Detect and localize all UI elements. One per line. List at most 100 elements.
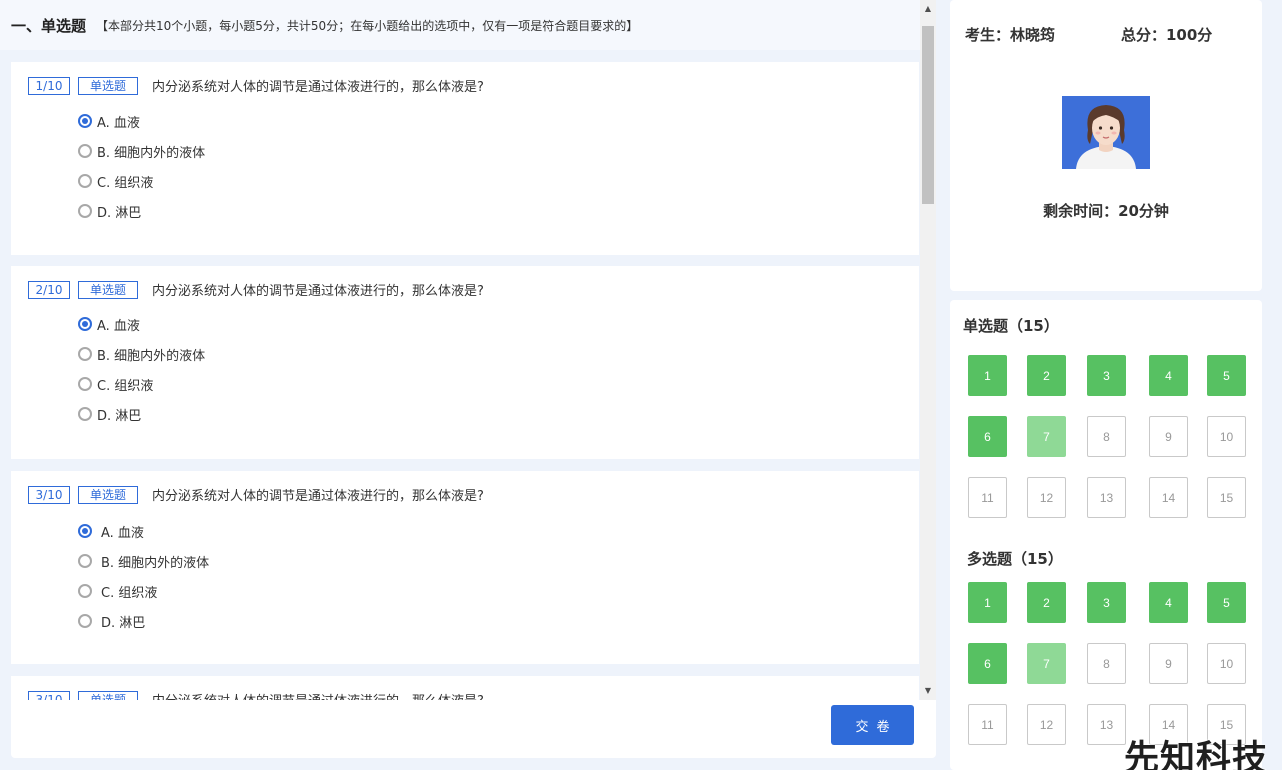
avatar-illustration-icon — [1062, 96, 1150, 169]
question-text: 内分泌系统对人体的调节是通过体液进行的，那么体液是? — [152, 80, 484, 95]
remaining-time: 剩余时间：20分钟 — [1043, 202, 1169, 220]
radio-unchecked-icon[interactable] — [78, 144, 92, 158]
question-number-badge: 2/10 — [28, 280, 70, 299]
exam-area: 一、单选题 【本部分共10个小题，每小题5分，共计50分；在每小题给出的选项中，… — [0, 0, 936, 700]
scrollbar-thumb[interactable] — [922, 26, 934, 204]
question-jump-button[interactable]: 10 — [1207, 643, 1246, 684]
question-group-title: 多选题（15） — [967, 550, 1063, 568]
question-jump-button[interactable]: 3 — [1087, 355, 1126, 396]
answer-option[interactable]: B. 细胞内外的液体 — [78, 339, 205, 369]
radio-unchecked-icon[interactable] — [78, 174, 92, 188]
radio-checked-icon[interactable] — [78, 524, 92, 538]
question-jump-button[interactable]: 11 — [968, 704, 1007, 745]
question-jump-button[interactable]: 12 — [1027, 704, 1066, 745]
question-type-badge: 单选题 — [78, 280, 138, 299]
answer-option[interactable]: D. 淋巴 — [78, 196, 205, 226]
radio-checked-icon[interactable] — [78, 114, 92, 128]
scroll-down-arrow-icon[interactable]: ▼ — [920, 686, 936, 696]
question-header: 3/10 单选题内分泌系统对人体的调节是通过体液进行的，那么体液是? — [28, 485, 484, 504]
question-jump-button[interactable]: 5 — [1207, 582, 1246, 623]
answer-option[interactable]: A. 血液 — [78, 106, 205, 136]
option-list: A. 血液 B. 细胞内外的液体 C. 组织液 D. 淋巴 — [78, 106, 205, 226]
question-jump-button[interactable]: 7 — [1027, 643, 1066, 684]
question-jump-button[interactable]: 15 — [1207, 477, 1246, 518]
answer-option[interactable]: C. 组织液 — [78, 576, 209, 606]
option-label: D. 淋巴 — [101, 615, 146, 631]
question-jump-button[interactable]: 13 — [1087, 704, 1126, 745]
question-jump-button[interactable]: 12 — [1027, 477, 1066, 518]
question-jump-button[interactable]: 4 — [1149, 582, 1188, 623]
answer-option[interactable]: D. 淋巴 — [78, 606, 209, 636]
answer-option[interactable]: A. 血液 — [78, 516, 209, 546]
question-number-badge: 3/10 — [28, 690, 70, 700]
question-text: 内分泌系统对人体的调节是通过体液进行的，那么体液是? — [152, 690, 484, 700]
radio-unchecked-icon[interactable] — [78, 554, 92, 568]
question-jump-button[interactable]: 1 — [968, 355, 1007, 396]
question-jump-button[interactable]: 9 — [1149, 643, 1188, 684]
watermark-logo: 先知科技 — [1124, 739, 1269, 770]
question-jump-button[interactable]: 1 — [968, 582, 1007, 623]
option-label: C. 组织液 — [97, 378, 154, 394]
section-header: 一、单选题 【本部分共10个小题，每小题5分，共计50分；在每小题给出的选项中，… — [0, 0, 920, 50]
scroll-up-arrow-icon[interactable]: ▲ — [920, 4, 936, 14]
question-card: 1/10 单选题 内分泌系统对人体的调节是通过体液进行的，那么体液是? A. 血液 B.… — [11, 62, 919, 255]
question-number-badge: 3/10 — [28, 485, 70, 504]
scrollbar[interactable]: ▲ ▼ — [920, 0, 936, 700]
option-label: A. 血液 — [97, 115, 140, 131]
question-jump-button[interactable]: 8 — [1087, 416, 1126, 457]
question-jump-button[interactable]: 8 — [1087, 643, 1126, 684]
question-card: 3/10 单选题 内分泌系统对人体的调节是通过体液进行的，那么体液是? A. 血液 B.… — [11, 471, 919, 664]
radio-checked-icon[interactable] — [78, 317, 92, 331]
question-jump-button[interactable]: 2 — [1027, 582, 1066, 623]
question-jump-button[interactable]: 6 — [968, 416, 1007, 457]
option-label: B. 细胞内外的液体 — [97, 145, 206, 161]
option-label: A. 血液 — [97, 318, 140, 334]
question-type-badge: 单选题 — [78, 485, 138, 504]
candidate-card: 考生：林晓筠 总分：100分 剩余时间：20分钟 — [950, 0, 1262, 291]
question-jump-button[interactable]: 11 — [968, 477, 1007, 518]
question-number-badge: 1/10 — [28, 76, 70, 95]
radio-unchecked-icon[interactable] — [78, 204, 92, 218]
option-label: B. 细胞内外的液体 — [101, 555, 210, 571]
option-label: C. 组织液 — [97, 175, 154, 191]
question-jump-button[interactable]: 14 — [1149, 477, 1188, 518]
question-text: 内分泌系统对人体的调节是通过体液进行的，那么体液是? — [152, 489, 484, 504]
submit-bar: 交卷 — [11, 700, 936, 758]
question-jump-button[interactable]: 3 — [1087, 582, 1126, 623]
question-header: 1/10 单选题 内分泌系统对人体的调节是通过体液进行的，那么体液是? — [28, 76, 484, 95]
question-jump-button[interactable]: 5 — [1207, 355, 1246, 396]
question-header: 2/10 单选题 内分泌系统对人体的调节是通过体液进行的，那么体液是? — [28, 280, 484, 299]
question-jump-button[interactable]: 2 — [1027, 355, 1066, 396]
question-text: 内分泌系统对人体的调节是通过体液进行的，那么体液是? — [152, 284, 484, 299]
option-list: A. 血液 B. 细胞内外的液体 C. 组织液 D. 淋巴 — [78, 309, 205, 429]
question-jump-button[interactable]: 4 — [1149, 355, 1188, 396]
answer-option[interactable]: B. 细胞内外的液体 — [78, 136, 205, 166]
submit-exam-button[interactable]: 交卷 — [831, 705, 914, 745]
question-jump-button[interactable]: 7 — [1027, 416, 1066, 457]
option-list: A. 血液 B. 细胞内外的液体 C. 组织液 D. 淋巴 — [78, 516, 209, 636]
question-jump-button[interactable]: 9 — [1149, 416, 1188, 457]
radio-unchecked-icon[interactable] — [78, 377, 92, 391]
answer-option[interactable]: D. 淋巴 — [78, 399, 205, 429]
question-jump-button[interactable]: 6 — [968, 643, 1007, 684]
answer-option[interactable]: C. 组织液 — [78, 166, 205, 196]
question-card: 2/10 单选题 内分泌系统对人体的调节是通过体液进行的，那么体液是? A. 血液 B.… — [11, 266, 919, 459]
radio-unchecked-icon[interactable] — [78, 614, 92, 628]
option-label: D. 淋巴 — [97, 205, 142, 221]
answer-sheet: 单选题（15） 1 2 3 4 5 6 7 8 9 10 11 12 13 14 15 多选题（15） 1 2 3 4 5… — [950, 300, 1262, 770]
question-jump-button[interactable]: 10 — [1207, 416, 1246, 457]
radio-unchecked-icon[interactable] — [78, 347, 92, 361]
answer-option[interactable]: C. 组织液 — [78, 369, 205, 399]
radio-unchecked-icon[interactable] — [78, 584, 92, 598]
answer-option[interactable]: A. 血液 — [78, 309, 205, 339]
option-label: B. 细胞内外的液体 — [97, 348, 206, 364]
question-group-title: 单选题（15） — [963, 317, 1059, 335]
avatar — [1062, 96, 1150, 169]
question-type-badge: 单选题 — [78, 76, 138, 95]
answer-option[interactable]: B. 细胞内外的液体 — [78, 546, 209, 576]
question-type-badge: 单选题 — [78, 690, 138, 700]
option-label: A. 血液 — [101, 525, 144, 541]
radio-unchecked-icon[interactable] — [78, 407, 92, 421]
question-jump-button[interactable]: 13 — [1087, 477, 1126, 518]
section-title: 一、单选题 — [11, 16, 87, 35]
